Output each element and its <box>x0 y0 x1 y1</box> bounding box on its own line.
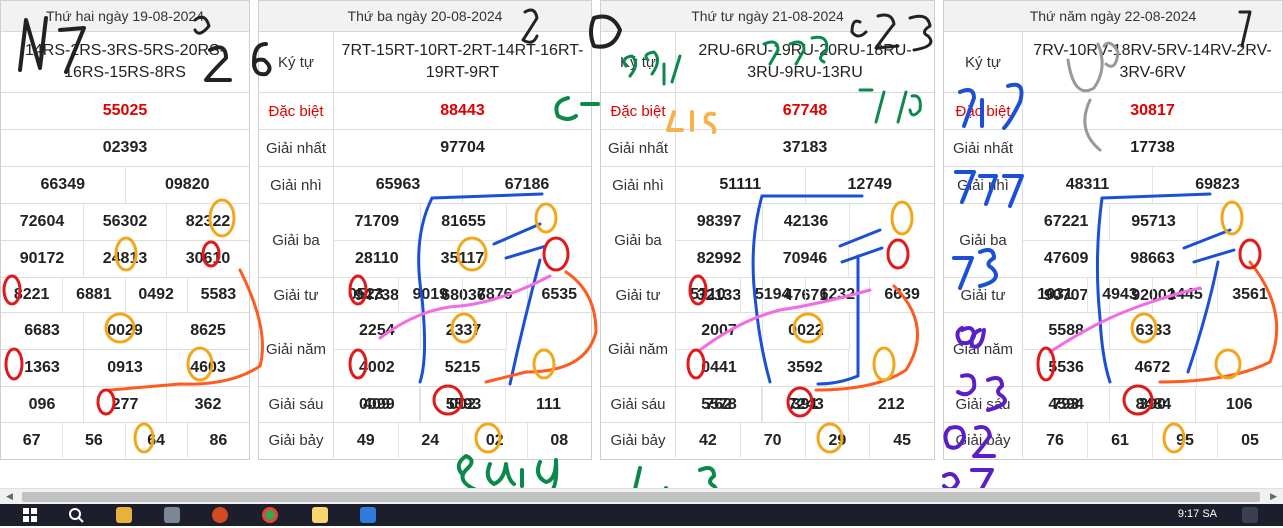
scrollbar-thumb[interactable] <box>22 492 1260 502</box>
notes-icon[interactable] <box>312 507 328 523</box>
store-icon[interactable] <box>360 507 376 523</box>
calculator-icon[interactable] <box>164 507 180 523</box>
chrome-icon[interactable] <box>262 507 278 523</box>
taskbar-clock: 9:17 SA <box>1177 508 1217 520</box>
scroll-left-icon[interactable]: ◀ <box>6 491 13 502</box>
scroll-right-icon[interactable]: ▶ <box>1270 491 1277 502</box>
notification-icon[interactable] <box>1242 507 1258 523</box>
windows-start-icon[interactable] <box>22 507 38 523</box>
search-icon[interactable] <box>68 507 84 523</box>
ink-annotations <box>2 8 1279 504</box>
taskbar: 9:17 SA <box>0 504 1283 526</box>
file-explorer-icon[interactable] <box>116 507 132 523</box>
horizontal-scrollbar[interactable]: ◀ ▶ <box>0 488 1283 505</box>
app-icon[interactable] <box>212 507 228 523</box>
